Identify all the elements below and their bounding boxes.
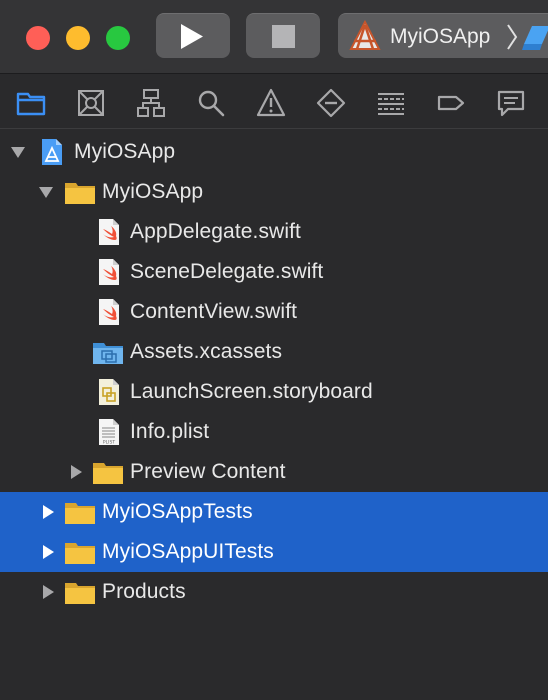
run-button[interactable] [156, 13, 230, 58]
debug-navigator-tab[interactable] [376, 88, 406, 118]
folder-icon [93, 463, 123, 484]
tree-row-label: Preview Content [130, 460, 286, 483]
tree-row-label: MyiOSAppTests [102, 500, 253, 523]
source-control-icon [78, 90, 104, 116]
tree-row-file[interactable]: AppDelegate.swift [0, 212, 548, 252]
xcode-project-icon [42, 139, 62, 165]
window-toolbar: MyiOSApp [0, 0, 548, 74]
list-icon [378, 93, 404, 115]
storyboard-icon [99, 379, 119, 405]
tree-row-label: LaunchScreen.storyboard [130, 380, 373, 403]
breakpoint-navigator-tab[interactable] [436, 88, 466, 118]
disclosure-expanded-icon[interactable] [10, 144, 26, 160]
swift-file-icon [99, 299, 119, 325]
play-icon [181, 24, 203, 49]
folder-icon [65, 183, 95, 204]
scheme-label: MyiOSApp [390, 25, 491, 48]
symbol-navigator-tab[interactable] [136, 88, 166, 118]
chevron-right-icon [507, 24, 518, 50]
tree-row-file[interactable]: LaunchScreen.storyboard [0, 372, 548, 412]
navigator-tab-bar [0, 75, 548, 129]
tree-row-label: SceneDelegate.swift [130, 260, 324, 283]
message-icon [497, 90, 525, 117]
disclosure-collapsed-icon[interactable] [40, 544, 56, 560]
report-navigator-tab[interactable] [496, 88, 526, 118]
test-navigator-tab[interactable] [316, 88, 346, 118]
minimize-window-button[interactable] [66, 26, 90, 50]
tree-row-label: MyiOSApp [74, 140, 176, 163]
disclosure-collapsed-icon[interactable] [40, 504, 56, 520]
disclosure-collapsed-icon[interactable] [68, 464, 84, 480]
plist-icon-text: PLIST [103, 440, 115, 446]
tree-row-group[interactable]: Products [0, 572, 548, 612]
disclosure-collapsed-icon[interactable] [40, 584, 56, 600]
device-icon [522, 26, 548, 50]
tree-row-file[interactable]: PLIST Info.plist [0, 412, 548, 452]
hierarchy-icon [137, 89, 165, 117]
tree-row-label: Products [102, 580, 186, 603]
tree-row-file[interactable]: SceneDelegate.swift [0, 252, 548, 292]
warning-icon [256, 88, 286, 117]
tree-row-file[interactable]: ContentView.swift [0, 292, 548, 332]
diamond-icon [316, 88, 346, 118]
tree-row-label: ContentView.swift [130, 300, 298, 323]
tree-row-file[interactable]: Assets.xcassets [0, 332, 548, 372]
disclosure-expanded-icon[interactable] [38, 184, 54, 200]
folder-icon [65, 583, 95, 604]
tree-row-group[interactable]: MyiOSAppTests [0, 492, 548, 532]
project-navigator-tab[interactable] [16, 88, 46, 118]
close-window-button[interactable] [26, 26, 50, 50]
plist-icon: PLIST [99, 419, 119, 446]
source-control-navigator-tab[interactable] [76, 88, 106, 118]
magnifier-icon [198, 90, 225, 117]
tree-row-label: Info.plist [130, 420, 210, 443]
tree-row-group[interactable]: MyiOSAppUITests [0, 532, 548, 572]
folder-icon [65, 503, 95, 524]
swift-file-icon [99, 259, 119, 285]
scheme-selector[interactable]: MyiOSApp [338, 13, 548, 58]
tree-row-label: Assets.xcassets [130, 340, 283, 363]
zoom-window-button[interactable] [106, 26, 130, 50]
folder-icon [65, 543, 95, 564]
swift-file-icon [99, 219, 119, 245]
folder-icon [16, 92, 46, 116]
stop-icon [272, 25, 295, 48]
tree-row-label: MyiOSAppUITests [102, 540, 274, 563]
stop-button[interactable] [246, 13, 320, 58]
tag-icon [437, 95, 465, 111]
tree-row-label: AppDelegate.swift [130, 220, 301, 243]
find-navigator-tab[interactable] [196, 88, 226, 118]
issue-navigator-tab[interactable] [256, 88, 286, 118]
asset-catalog-icon [93, 343, 123, 364]
tree-row-group[interactable]: Preview Content [0, 452, 548, 492]
tree-row-project[interactable]: MyiOSApp [0, 132, 548, 172]
xcode-app-icon [349, 19, 381, 50]
tree-row-group[interactable]: MyiOSApp [0, 172, 548, 212]
tree-row-label: MyiOSApp [102, 180, 204, 203]
